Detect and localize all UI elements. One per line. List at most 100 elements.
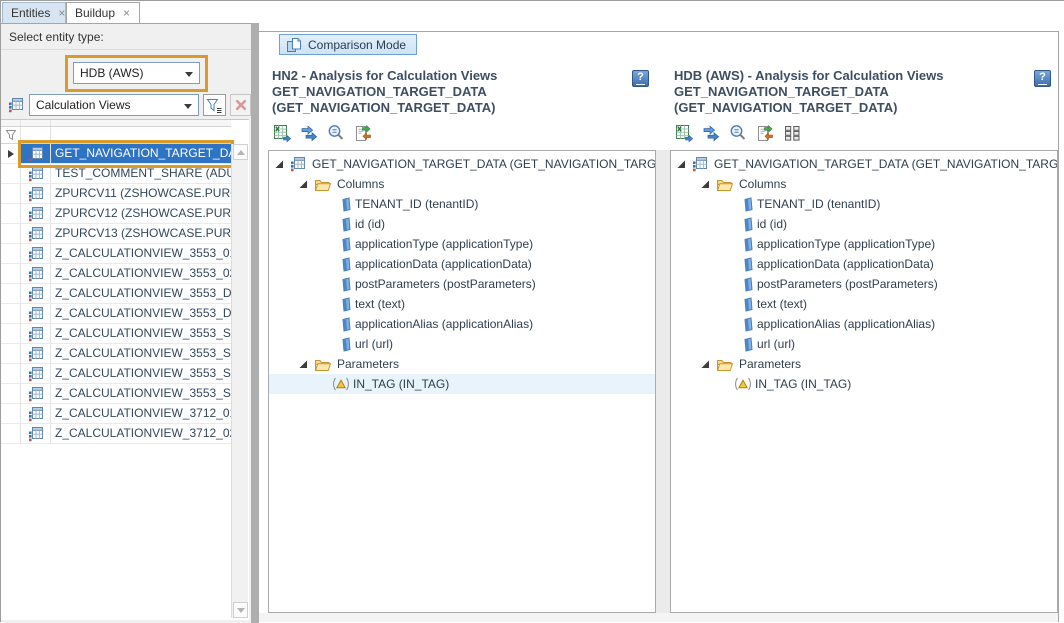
tree-node-item[interactable]: applicationType (applicationType) [269,234,655,254]
tree-node-item[interactable]: TENANT_ID (tenantID) [269,194,655,214]
entity-type-value: HDB (AWS) [80,66,144,80]
entity-list-item[interactable]: Z_CALCULATIONVIEW_3553_02 (ZSF [1,264,231,284]
tree-node-pitem[interactable]: IN_TAG (IN_TAG) [671,374,1057,394]
export-excel-icon[interactable] [674,123,694,143]
tree-node-root[interactable]: GET_NAVIGATION_TARGET_DATA (GET_NAVIGATI… [671,154,1057,174]
entity-list-item[interactable]: Z_CALCULATIONVIEW_3553_SCRIPT [1,324,231,344]
tree-node-label: TENANT_ID (tenantID) [355,197,478,211]
zoom-fit-icon[interactable] [728,123,748,143]
column-leaf-icon [340,277,352,292]
tree-expanded-icon[interactable] [299,180,308,189]
tree-node-item[interactable]: applicationData (applicationData) [671,254,1057,274]
arrow-up-icon [237,150,245,155]
export-excel-icon[interactable] [272,123,292,143]
tree-expanded-icon[interactable] [677,160,686,169]
filter-button[interactable] [203,94,226,116]
row-indicator [1,304,21,323]
tree-node-item[interactable]: text (text) [269,294,655,314]
tree-expanded-icon[interactable] [701,360,710,369]
entity-list-item[interactable]: TEST_COMMENT_SHARE (ADUERRST [1,164,231,184]
comparison-mode-button[interactable]: Comparison Mode [279,34,417,55]
tab-entities[interactable]: Entities × [2,2,66,23]
entity-list-item[interactable]: Z_CALCULATIONVIEW_3712_01 (ZSF [1,404,231,424]
tree-node-item[interactable]: applicationAlias (applicationAlias) [269,314,655,334]
row-indicator [1,424,21,443]
tree-node-label: text (text) [757,297,807,311]
transfer-arrows-icon[interactable] [299,123,319,143]
tree-node-item[interactable]: url (url) [269,334,655,354]
tree-node-label: postParameters (postParameters) [757,277,938,291]
tree-node-item[interactable]: applicationData (applicationData) [269,254,655,274]
column-leaf-icon [340,317,352,332]
entity-list-item[interactable]: Z_CALCULATIONVIEW_3553_DIRECT [1,284,231,304]
entity-table-icon [21,284,51,303]
tree-node-group[interactable]: Parameters [269,354,655,374]
row-indicator [1,224,21,243]
entity-name: Z_CALCULATIONVIEW_3553_SCRIPT [51,364,231,383]
tree-node-item[interactable]: id (id) [269,214,655,234]
column-grid-icon[interactable] [782,123,802,143]
panel-title-line: GET_NAVIGATION_TARGET_DATA [674,84,1014,100]
entity-list-item[interactable]: ZPURCV13 (ZSHOWCASE.PURCHASIN [1,224,231,244]
comparison-mode-label: Comparison Mode [308,38,406,52]
help-icon[interactable]: ? [632,70,649,87]
entity-name: Z_CALCULATIONVIEW_3553_SCRIPT [51,384,231,403]
tree-expanded-icon[interactable] [701,180,710,189]
clear-filter-button[interactable] [230,94,251,116]
analysis-panel-left: HN2 - Analysis for Calculation ViewsGET_… [268,66,656,616]
tree-expanded-icon[interactable] [275,160,284,169]
panel-title-line: GET_NAVIGATION_TARGET_DATA [272,84,612,100]
tree-expanded-icon[interactable] [299,360,308,369]
compare-sync-icon[interactable] [755,123,775,143]
tree-node-pitem[interactable]: IN_TAG (IN_TAG) [269,374,655,394]
tree-node-group[interactable]: Columns [671,174,1057,194]
tree-node-group[interactable]: Parameters [671,354,1057,374]
entity-list-item[interactable]: GET_NAVIGATION_TARGET_DATA (s [1,144,231,164]
entity-list-item[interactable]: ZPURCV11 (ZSHOWCASE.PURCHASIN [1,184,231,204]
tree-node-label: IN_TAG (IN_TAG) [353,377,449,391]
column-leaf-icon [742,277,754,292]
help-icon[interactable]: ? [1034,70,1051,87]
tree-node-root[interactable]: GET_NAVIGATION_TARGET_DATA (GET_NAVIGATI… [269,154,655,174]
zoom-fit-icon[interactable] [326,123,346,143]
tree-node-item[interactable]: applicationType (applicationType) [671,234,1057,254]
tree-node-item[interactable]: id (id) [671,214,1057,234]
column-leaf-icon [742,317,754,332]
tab-close-icon[interactable]: × [58,7,65,19]
tree-view: GET_NAVIGATION_TARGET_DATA (GET_NAVIGATI… [268,150,656,613]
entity-list-item[interactable]: Z_CALCULATIONVIEW_3712_02 (ZSF [1,424,231,444]
entity-list-item[interactable]: Z_CALCULATIONVIEW_3553_SCRIPT [1,344,231,364]
entity-list-item[interactable]: Z_CALCULATIONVIEW_3553_01 (ZSF [1,244,231,264]
tree-node-group[interactable]: Columns [269,174,655,194]
tree-node-item[interactable]: postParameters (postParameters) [269,274,655,294]
entity-table-icon [21,384,51,403]
scroll-up-button[interactable] [233,144,248,160]
entity-list: GET_NAVIGATION_TARGET_DATA (sTEST_COMMEN… [1,144,231,444]
tab-entities-label: Entities [11,6,50,20]
tree-node-label: Parameters [337,357,399,371]
entity-list-scrollbar[interactable] [231,144,248,618]
tree-node-item[interactable]: TENANT_ID (tenantID) [671,194,1057,214]
entity-list-item[interactable]: Z_CALCULATIONVIEW_3553_SCRIPT [1,364,231,384]
scroll-down-button[interactable] [233,602,248,618]
compare-sync-icon[interactable] [353,123,373,143]
sidebar-splitter[interactable] [251,23,259,623]
column-leaf-icon [340,217,352,232]
grid-filter-row[interactable] [1,127,231,144]
application-window: Entities × Buildup × × Select entity typ… [0,0,1064,622]
entity-list-item[interactable]: Z_CALCULATIONVIEW_3553_DIRECT [1,304,231,324]
entity-kind-value: Calculation Views [36,98,131,112]
panel-toolbar [272,122,373,144]
tree-node-item[interactable]: text (text) [671,294,1057,314]
tab-buildup[interactable]: Buildup × [66,2,140,23]
panel-splitter[interactable] [656,150,670,613]
tree-node-item[interactable]: postParameters (postParameters) [671,274,1057,294]
tab-close-icon[interactable]: × [123,7,130,19]
tree-node-item[interactable]: applicationAlias (applicationAlias) [671,314,1057,334]
transfer-arrows-icon[interactable] [701,123,721,143]
entity-list-item[interactable]: ZPURCV12 (ZSHOWCASE.PURCHASIN [1,204,231,224]
entity-type-dropdown[interactable]: HDB (AWS) [73,62,200,84]
entity-list-item[interactable]: Z_CALCULATIONVIEW_3553_SCRIPT [1,384,231,404]
entity-kind-dropdown[interactable]: Calculation Views [29,94,199,116]
tree-node-item[interactable]: url (url) [671,334,1057,354]
